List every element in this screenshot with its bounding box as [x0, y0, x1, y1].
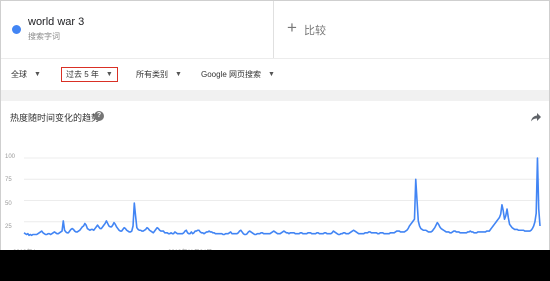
trend-chart: [23, 157, 541, 237]
black-bar: [0, 250, 550, 281]
series-line: [23, 157, 541, 237]
series-group: [23, 157, 541, 237]
gridlines: [24, 157, 540, 223]
